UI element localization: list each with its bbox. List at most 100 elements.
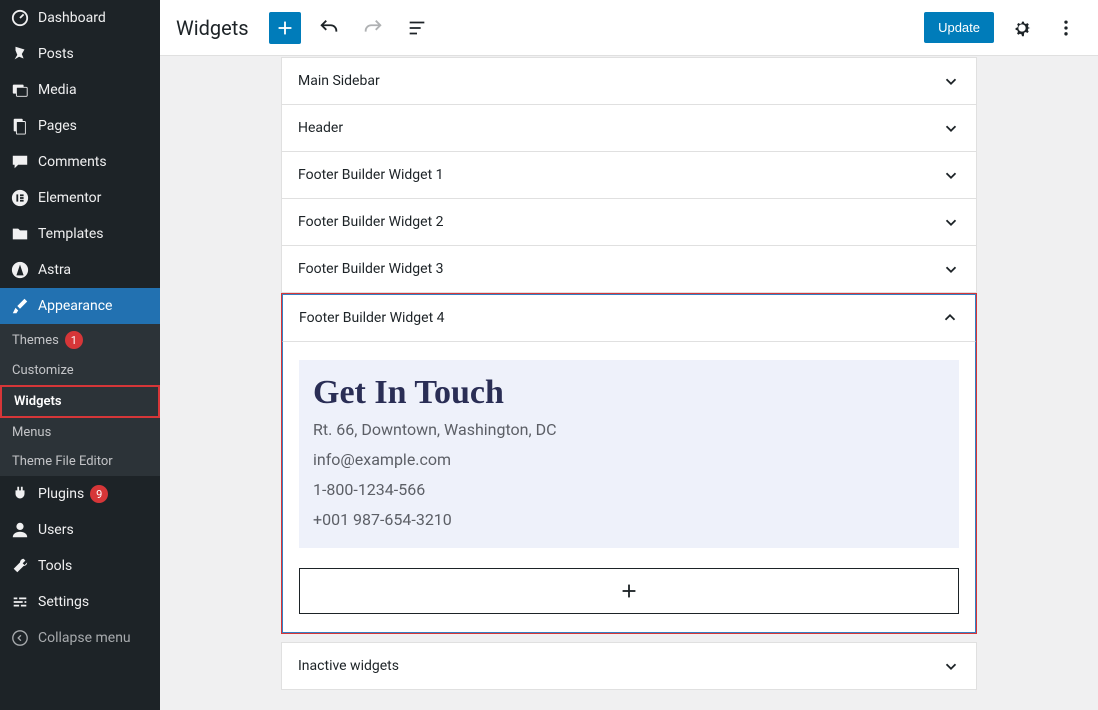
- widget-block[interactable]: Get In Touch Rt. 66, Downtown, Washingto…: [299, 360, 959, 548]
- update-button[interactable]: Update: [924, 12, 994, 43]
- chevron-down-icon: [942, 119, 960, 137]
- panel-footer-4: Footer Builder Widget 4 Get In Touch Rt.…: [281, 293, 977, 634]
- appearance-submenu: Themes 1 Customize Widgets Menus Theme F…: [0, 324, 160, 476]
- panel-header-widget: Header: [281, 105, 977, 152]
- sidebar-item-elementor[interactable]: Elementor: [0, 180, 160, 216]
- sidebar-item-media[interactable]: Media: [0, 72, 160, 108]
- sidebar-item-posts[interactable]: Posts: [0, 36, 160, 72]
- sidebar-item-pages[interactable]: Pages: [0, 108, 160, 144]
- sidebar-item-label: Dashboard: [38, 10, 106, 26]
- sidebar-item-appearance[interactable]: Appearance: [0, 288, 160, 324]
- more-vertical-icon: [1056, 18, 1076, 38]
- chevron-down-icon: [942, 260, 960, 278]
- subitem-menus[interactable]: Menus: [0, 418, 160, 447]
- sidebar-item-label: Astra: [38, 262, 71, 278]
- panel-body: Get In Touch Rt. 66, Downtown, Washingto…: [282, 342, 976, 633]
- add-block-row[interactable]: [299, 568, 959, 614]
- widget-line: Rt. 66, Downtown, Washington, DC: [313, 418, 945, 442]
- add-block-button[interactable]: [269, 12, 301, 44]
- panel-title: Footer Builder Widget 2: [298, 214, 444, 230]
- widget-line: info@example.com: [313, 448, 945, 472]
- sidebar-item-label: Settings: [38, 594, 89, 610]
- sidebar-item-label: Collapse menu: [38, 630, 131, 646]
- editor-topbar: Widgets Update: [160, 0, 1098, 56]
- panel-toggle[interactable]: Header: [282, 105, 976, 151]
- sidebar-item-templates[interactable]: Templates: [0, 216, 160, 252]
- sidebar-item-dashboard[interactable]: Dashboard: [0, 0, 160, 36]
- subitem-themes[interactable]: Themes 1: [0, 324, 160, 356]
- subitem-label: Menus: [12, 425, 51, 440]
- sidebar-item-label: Users: [38, 522, 74, 538]
- folder-icon: [10, 224, 30, 244]
- settings-button[interactable]: [1006, 12, 1038, 44]
- sidebar-item-comments[interactable]: Comments: [0, 144, 160, 180]
- badge-count: 9: [90, 485, 108, 503]
- list-view-button[interactable]: [401, 12, 433, 44]
- gear-icon: [1011, 17, 1033, 39]
- panel-footer-1: Footer Builder Widget 1: [281, 152, 977, 199]
- panel-title: Main Sidebar: [298, 73, 380, 89]
- panel-toggle[interactable]: Footer Builder Widget 4: [282, 294, 976, 342]
- widget-line: 1-800-1234-566: [313, 478, 945, 502]
- panel-title: Inactive widgets: [298, 658, 399, 674]
- panel-toggle[interactable]: Inactive widgets: [282, 643, 976, 689]
- list-icon: [406, 17, 428, 39]
- panel-toggle[interactable]: Footer Builder Widget 1: [282, 152, 976, 198]
- sidebar-item-settings[interactable]: Settings: [0, 584, 160, 620]
- panel-footer-3: Footer Builder Widget 3: [281, 246, 977, 293]
- panel-toggle[interactable]: Main Sidebar: [282, 58, 976, 104]
- wrench-icon: [10, 556, 30, 576]
- comment-icon: [10, 152, 30, 172]
- sidebar-item-label: Elementor: [38, 190, 101, 206]
- astra-icon: [10, 260, 30, 280]
- panel-title: Footer Builder Widget 4: [299, 310, 445, 326]
- sidebar-item-plugins[interactable]: Plugins 9: [0, 476, 160, 512]
- dashboard-icon: [10, 8, 30, 28]
- panel-title: Footer Builder Widget 3: [298, 261, 444, 277]
- media-icon: [10, 80, 30, 100]
- content-area: Main Sidebar Header Footer Builder Widge…: [160, 56, 1098, 710]
- sidebar-item-label: Templates: [38, 226, 104, 242]
- plus-icon: [618, 580, 640, 602]
- sidebar-item-label: Comments: [38, 154, 107, 170]
- panel-toggle[interactable]: Footer Builder Widget 3: [282, 246, 976, 292]
- page-title: Widgets: [176, 16, 249, 40]
- chevron-down-icon: [942, 213, 960, 231]
- sidebar-item-astra[interactable]: Astra: [0, 252, 160, 288]
- sidebar-item-collapse[interactable]: Collapse menu: [0, 620, 160, 656]
- sidebar-item-users[interactable]: Users: [0, 512, 160, 548]
- redo-button[interactable]: [357, 12, 389, 44]
- subitem-label: Widgets: [14, 394, 62, 409]
- sidebar-item-label: Pages: [38, 118, 77, 134]
- panel-title: Footer Builder Widget 1: [298, 167, 444, 183]
- subitem-theme-file-editor[interactable]: Theme File Editor: [0, 447, 160, 476]
- subitem-label: Themes: [12, 333, 59, 348]
- subitem-label: Customize: [12, 363, 74, 378]
- plus-icon: [274, 17, 296, 39]
- chevron-down-icon: [942, 72, 960, 90]
- sidebar-item-label: Media: [38, 82, 77, 98]
- panel-inactive-widgets: Inactive widgets: [281, 642, 977, 690]
- badge-count: 1: [65, 331, 83, 349]
- undo-button[interactable]: [313, 12, 345, 44]
- panel-toggle[interactable]: Footer Builder Widget 2: [282, 199, 976, 245]
- sliders-icon: [10, 592, 30, 612]
- main-area: Widgets Update: [160, 0, 1098, 710]
- collapse-icon: [10, 628, 30, 648]
- undo-icon: [318, 17, 340, 39]
- sidebar-item-label: Tools: [38, 558, 72, 574]
- subitem-customize[interactable]: Customize: [0, 356, 160, 385]
- sidebar-item-label: Posts: [38, 46, 74, 62]
- pages-icon: [10, 116, 30, 136]
- plug-icon: [10, 484, 30, 504]
- pin-icon: [10, 44, 30, 64]
- chevron-down-icon: [942, 657, 960, 675]
- admin-sidebar: Dashboard Posts Media Pages Comments Ele…: [0, 0, 160, 710]
- sidebar-item-label: Plugins: [38, 486, 84, 502]
- widget-line: +001 987-654-3210: [313, 508, 945, 532]
- more-button[interactable]: [1050, 12, 1082, 44]
- brush-icon: [10, 296, 30, 316]
- sidebar-item-tools[interactable]: Tools: [0, 548, 160, 584]
- panel-main-sidebar: Main Sidebar: [281, 57, 977, 105]
- subitem-widgets[interactable]: Widgets: [0, 385, 160, 418]
